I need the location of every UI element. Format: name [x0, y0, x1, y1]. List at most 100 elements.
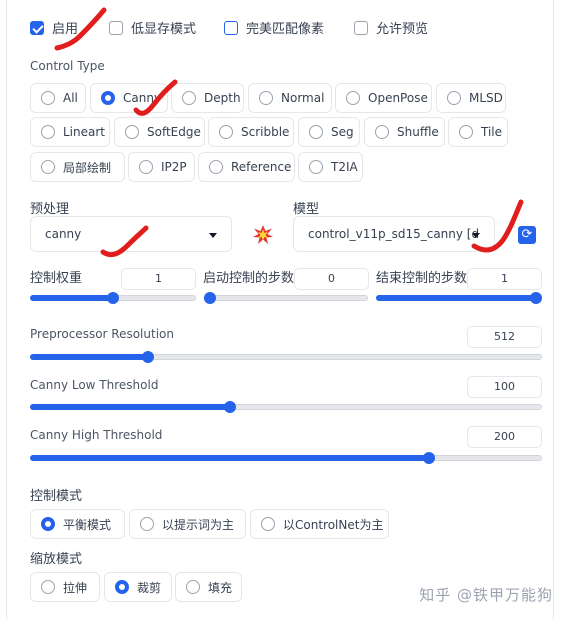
control-type-option-label: Shuffle: [397, 125, 439, 139]
radio-icon[interactable]: [309, 125, 323, 139]
low-vram-checkbox-box[interactable]: [109, 20, 123, 35]
control-type-option-label: Tile: [481, 125, 503, 139]
control-type-option[interactable]: Depth: [171, 83, 244, 113]
slider-thumb[interactable]: [141, 351, 154, 363]
control-type-option[interactable]: Normal: [248, 83, 332, 113]
low-vram-checkbox[interactable]: 低显存模式: [109, 18, 196, 37]
resize-mode-option-label: 填充: [208, 580, 233, 595]
radio-icon[interactable]: [139, 160, 153, 174]
allow-preview-checkbox[interactable]: 允许预览: [354, 18, 428, 37]
enable-checkbox-box[interactable]: [30, 20, 44, 35]
control-type-option[interactable]: OpenPose: [335, 83, 432, 113]
control-type-option[interactable]: Lineart: [30, 117, 110, 147]
preprocessor-dropdown[interactable]: canny: [30, 216, 232, 252]
control-type-option-label: 局部绘制: [63, 160, 112, 175]
control-type-option-label: Normal: [281, 91, 325, 105]
control-weight-label: 控制权重: [30, 271, 83, 286]
control-mode-option-label: 以提示词为主: [162, 517, 235, 532]
radio-selected-icon[interactable]: [115, 580, 129, 594]
control-mode-option-label: 以ControlNet为主: [283, 517, 384, 532]
control-weight-input[interactable]: 1: [121, 268, 196, 290]
radio-icon[interactable]: [41, 91, 55, 105]
refresh-icon[interactable]: ⟳: [518, 226, 536, 244]
control-type-option[interactable]: T2IA: [298, 152, 363, 182]
slider-fill: [376, 295, 536, 301]
ending-step-input[interactable]: 1: [467, 268, 542, 290]
control-type-option[interactable]: Tile: [448, 117, 508, 147]
allow-preview-label: 允许预览: [376, 22, 429, 37]
resize-mode-label: 缩放模式: [30, 552, 83, 567]
control-type-option[interactable]: Reference: [198, 152, 295, 182]
starting-step-input[interactable]: 0: [294, 268, 369, 290]
control-mode-label: 控制模式: [30, 489, 83, 504]
radio-icon[interactable]: [309, 160, 323, 174]
radio-icon[interactable]: [182, 91, 196, 105]
control-type-option[interactable]: Shuffle: [364, 117, 445, 147]
pixel-perfect-checkbox-box[interactable]: [224, 20, 238, 35]
starting-step-slider[interactable]: [204, 292, 368, 304]
slider-fill: [30, 295, 113, 301]
control-type-option-label: SoftEdge: [147, 125, 201, 139]
radio-icon[interactable]: [346, 91, 360, 105]
canny-high-input[interactable]: 200: [467, 426, 542, 448]
control-type-option-label: Depth: [204, 91, 241, 105]
slider-thumb[interactable]: [423, 452, 436, 464]
resize-mode-option[interactable]: 填充: [175, 572, 242, 602]
pixel-perfect-checkbox[interactable]: 完美匹配像素: [224, 18, 324, 37]
radio-icon[interactable]: [186, 580, 200, 594]
radio-icon[interactable]: [209, 160, 223, 174]
control-type-option-label: Canny: [123, 91, 162, 105]
slider-thumb[interactable]: [223, 401, 236, 413]
control-type-option[interactable]: Canny: [90, 83, 168, 113]
radio-icon[interactable]: [140, 517, 154, 531]
control-type-option[interactable]: All: [30, 83, 86, 113]
resize-mode-option-label: 裁剪: [137, 580, 162, 595]
control-type-option-label: OpenPose: [368, 91, 428, 105]
radio-icon[interactable]: [41, 125, 55, 139]
preprocessor-resolution-slider[interactable]: [30, 351, 542, 363]
radio-icon[interactable]: [259, 91, 273, 105]
enable-label: 启用: [52, 22, 79, 37]
starting-step-label: 启动控制的步数: [203, 271, 295, 286]
control-type-option[interactable]: 局部绘制: [30, 152, 125, 182]
control-type-option[interactable]: SoftEdge: [114, 117, 205, 147]
allow-preview-checkbox-box[interactable]: [354, 20, 368, 35]
control-mode-option[interactable]: 平衡模式: [30, 509, 125, 539]
radio-icon[interactable]: [219, 125, 233, 139]
chevron-down-icon: [472, 233, 480, 238]
control-type-option[interactable]: IP2P: [128, 152, 195, 182]
control-mode-option[interactable]: 以提示词为主: [129, 509, 246, 539]
slider-thumb[interactable]: [530, 292, 542, 304]
radio-icon[interactable]: [459, 125, 473, 139]
preprocessor-resolution-input[interactable]: 512: [467, 326, 542, 348]
resize-mode-option[interactable]: 拉伸: [30, 572, 100, 602]
watermark: 知乎 @铁甲万能狗: [419, 586, 553, 604]
ending-step-slider[interactable]: [376, 292, 542, 304]
canny-low-input[interactable]: 100: [467, 376, 542, 398]
control-type-option-label: T2IA: [331, 160, 358, 174]
radio-icon[interactable]: [41, 160, 55, 174]
slider-thumb[interactable]: [204, 292, 216, 304]
slider-thumb[interactable]: [107, 292, 119, 304]
model-dropdown[interactable]: control_v11p_sd15_canny [d: [293, 216, 495, 252]
radio-selected-icon[interactable]: [41, 517, 55, 531]
control-type-option-label: Scribble: [241, 125, 290, 139]
enable-checkbox[interactable]: 启用: [30, 18, 78, 37]
slider-fill: [30, 404, 230, 410]
control-mode-option[interactable]: 以ControlNet为主: [250, 509, 389, 539]
control-weight-slider[interactable]: [30, 292, 196, 304]
canny-high-slider[interactable]: [30, 452, 542, 464]
resize-mode-option[interactable]: 裁剪: [104, 572, 172, 602]
control-type-option[interactable]: MLSD: [436, 83, 506, 113]
radio-selected-icon[interactable]: [101, 91, 115, 105]
control-type-option[interactable]: Scribble: [208, 117, 294, 147]
radio-icon[interactable]: [261, 517, 275, 531]
radio-icon[interactable]: [125, 125, 139, 139]
radio-icon[interactable]: [375, 125, 389, 139]
radio-icon[interactable]: [447, 91, 461, 105]
control-type-option[interactable]: Seg: [298, 117, 360, 147]
explosion-icon[interactable]: [253, 225, 273, 245]
canny-low-slider[interactable]: [30, 401, 542, 413]
radio-icon[interactable]: [41, 580, 55, 594]
control-type-option-label: Lineart: [63, 125, 105, 139]
